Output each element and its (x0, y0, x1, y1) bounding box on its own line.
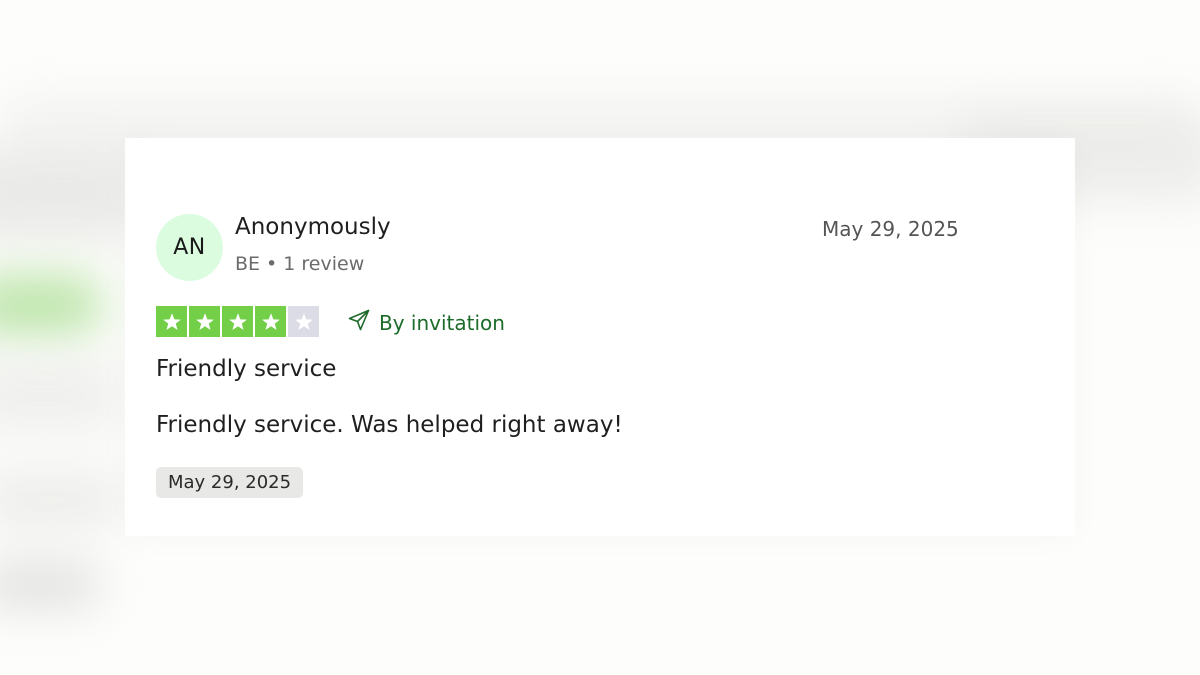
meta-separator: • (266, 253, 278, 275)
blurred-background-shape (0, 470, 120, 530)
star-filled-icon (189, 306, 220, 337)
review-card: AN Anonymously BE • 1 review May 29, 202… (125, 138, 1075, 536)
blurred-background-shape (0, 150, 140, 240)
review-title[interactable]: Friendly service (156, 356, 336, 382)
experience-date-badge: May 29, 2025 (156, 467, 304, 498)
blurred-background-shape (0, 275, 100, 335)
avatar[interactable]: AN (156, 214, 223, 281)
reviewer-name[interactable]: Anonymously (235, 214, 391, 240)
send-icon (347, 308, 371, 337)
verification-label[interactable]: By invitation (347, 308, 505, 337)
verification-text: By invitation (379, 310, 505, 335)
star-filled-icon (156, 306, 187, 337)
review-text: Friendly service. Was helped right away! (156, 412, 623, 438)
blurred-background-shape (0, 360, 120, 430)
star-filled-icon (222, 306, 253, 337)
star-empty-icon (288, 306, 319, 337)
page-background: AN Anonymously BE • 1 review May 29, 202… (0, 0, 1200, 675)
star-rating (156, 306, 319, 337)
review-date: May 29, 2025 (822, 217, 959, 241)
blurred-background-shape (0, 560, 100, 610)
reviewer-country: BE (235, 253, 261, 275)
star-filled-icon (255, 306, 286, 337)
reviewer-meta: BE • 1 review (235, 253, 364, 275)
review-count: 1 review (283, 253, 365, 275)
